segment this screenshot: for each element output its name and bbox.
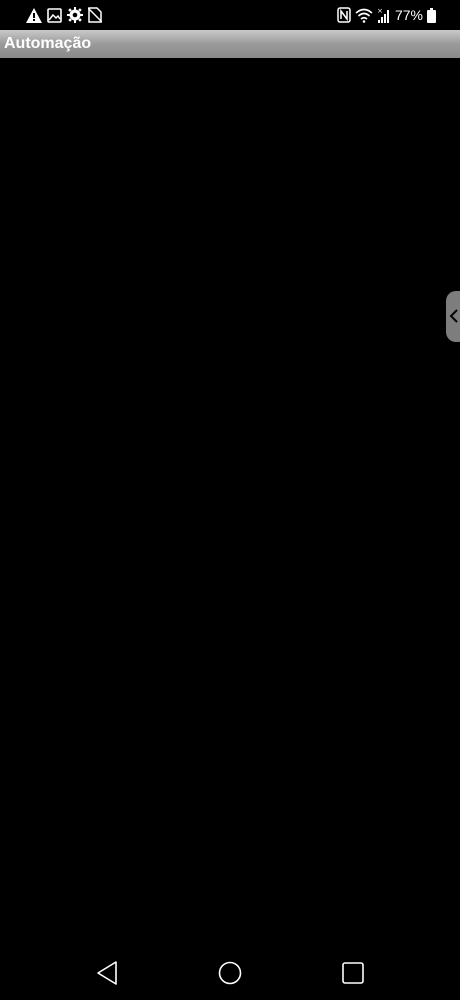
nfc-icon <box>337 7 351 23</box>
image-icon <box>47 7 62 23</box>
battery-percentage: 77% <box>394 7 423 23</box>
back-button[interactable] <box>94 960 120 986</box>
edge-panel-handle[interactable] <box>446 291 460 342</box>
system-status-icons: × 77% <box>337 6 436 24</box>
navigation-bar <box>0 940 460 1000</box>
title-bar: Automação <box>0 30 460 58</box>
page-title: Automação <box>4 35 92 52</box>
recent-apps-button[interactable] <box>340 960 366 986</box>
home-icon <box>217 961 243 990</box>
warning-icon <box>26 7 42 23</box>
wifi-icon <box>355 7 373 23</box>
svg-text:×: × <box>377 7 383 15</box>
battery-icon <box>427 7 436 23</box>
notification-icons <box>26 7 102 23</box>
signal-icon: × <box>377 7 391 23</box>
recent-apps-icon <box>340 962 366 990</box>
settings-icon <box>67 7 83 23</box>
home-button[interactable] <box>217 960 243 986</box>
back-icon <box>94 961 120 990</box>
status-bar: × 77% <box>0 0 460 30</box>
no-sim-icon <box>88 7 102 23</box>
